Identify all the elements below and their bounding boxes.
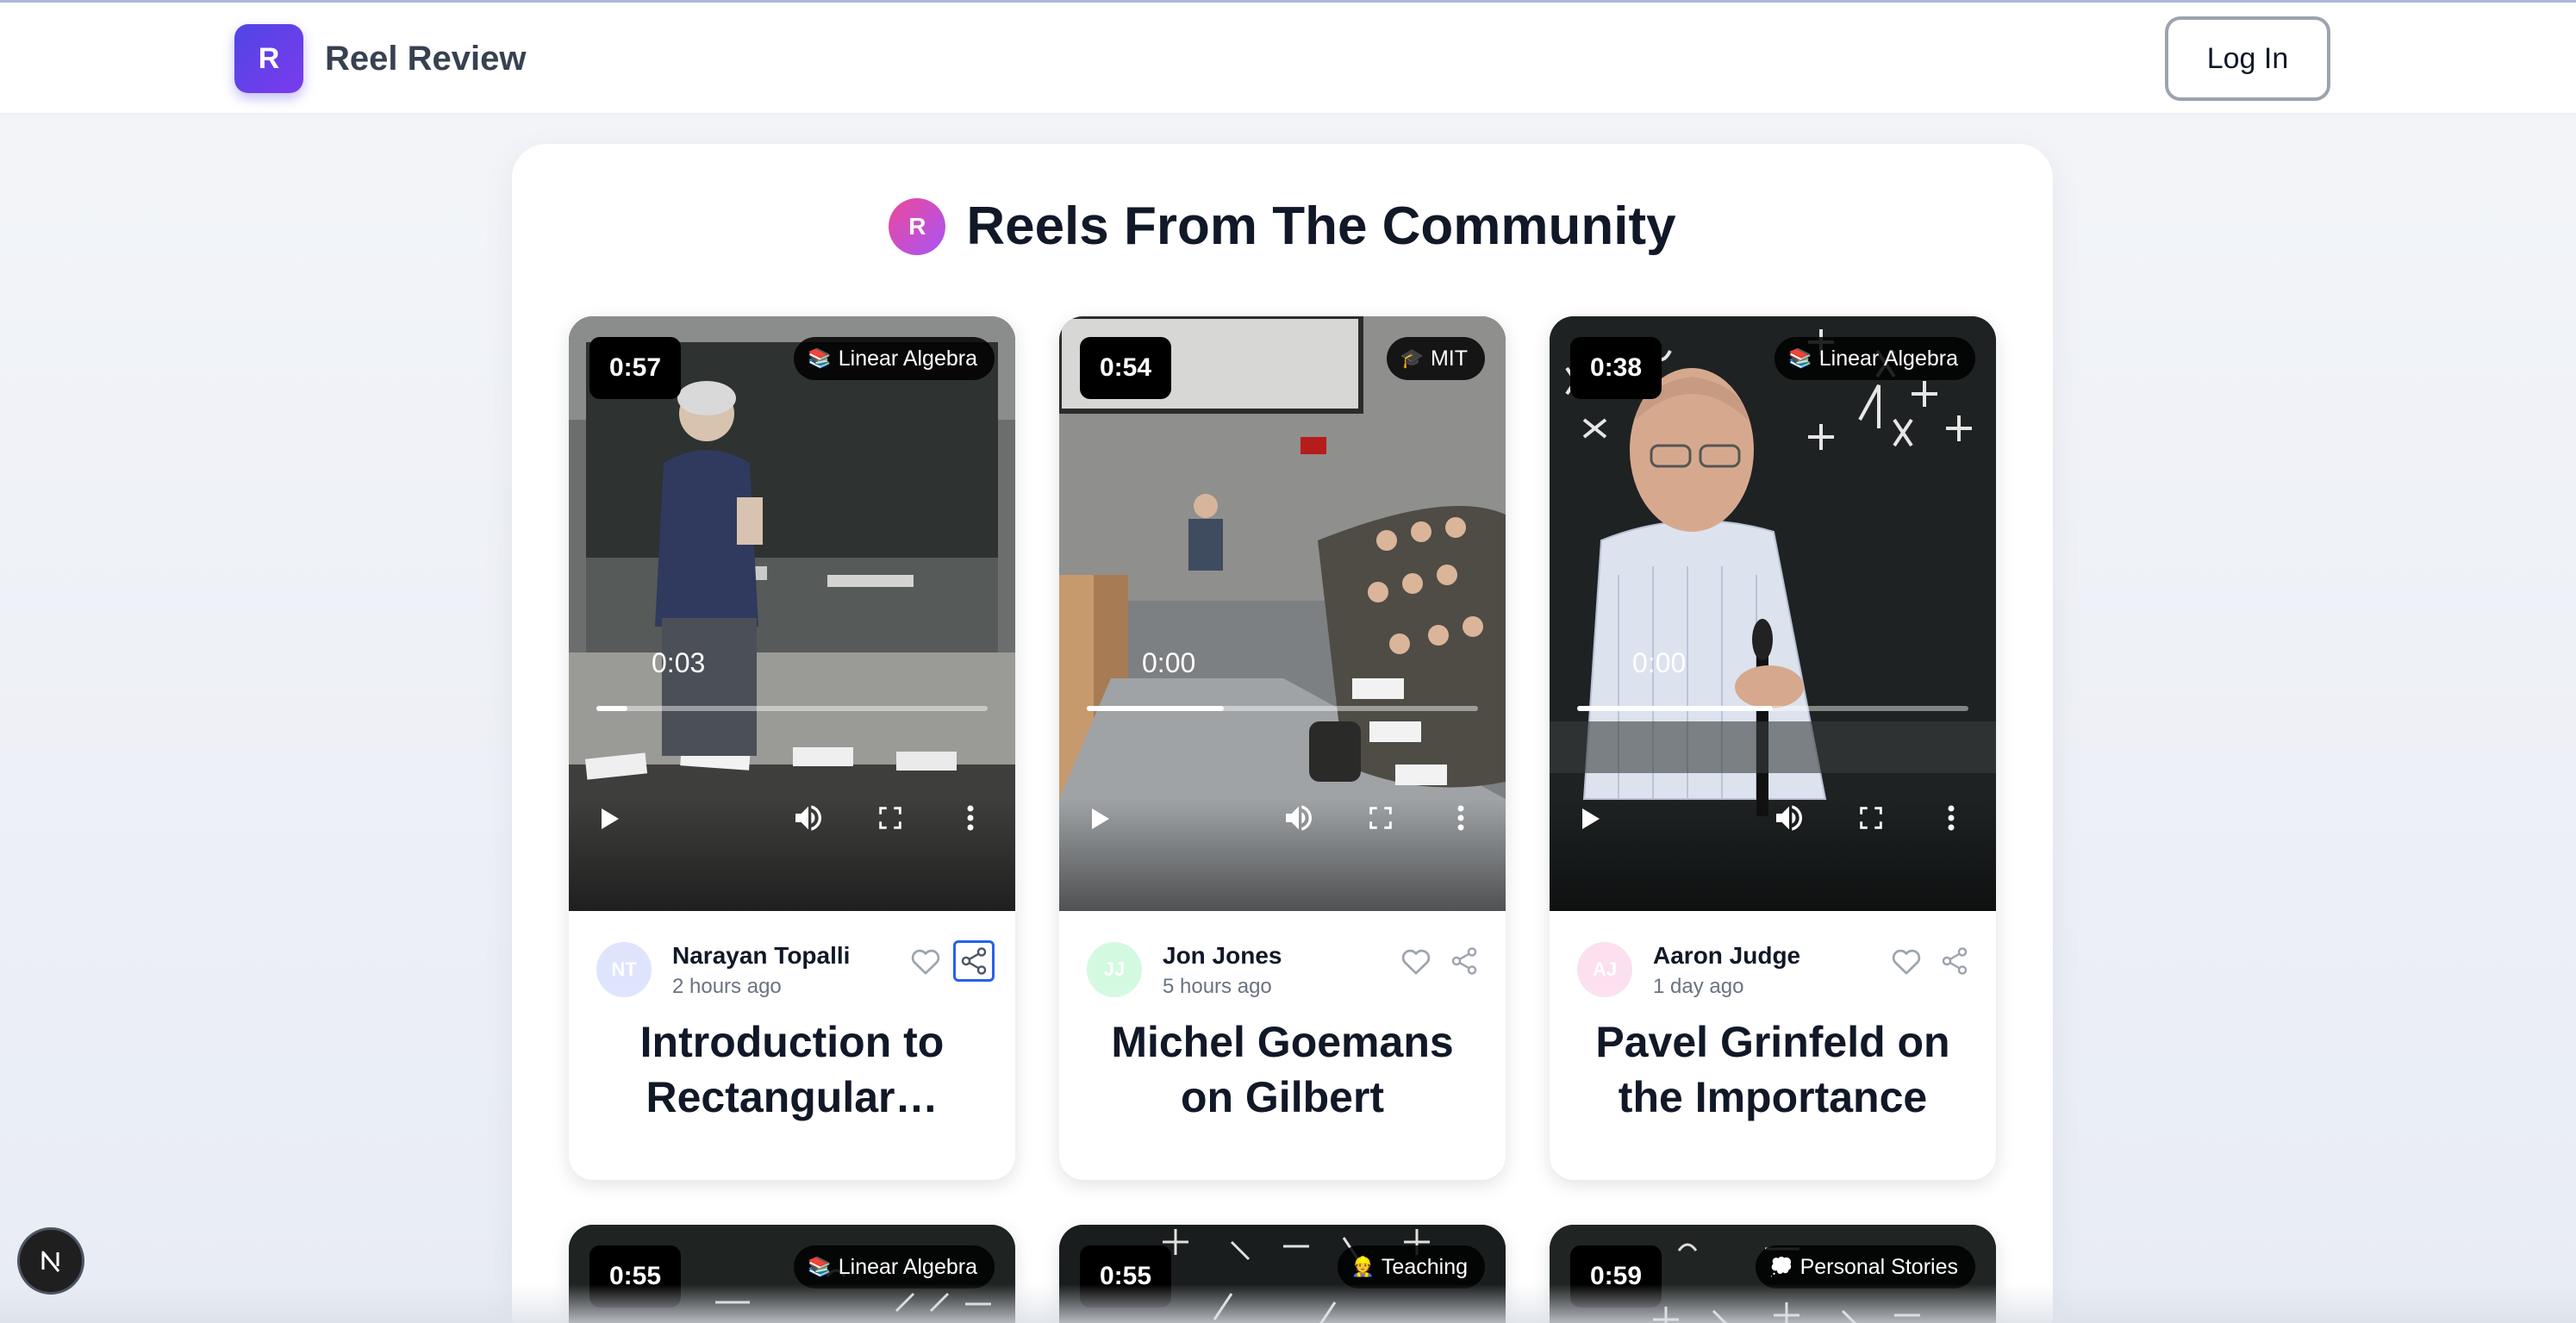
play-icon[interactable] <box>600 807 621 831</box>
category-tag[interactable]: 📚 Linear Algebra <box>1775 337 1975 380</box>
progress-fill <box>1577 706 1773 711</box>
video-player[interactable]: 0:57 📚 Linear Algebra 0:03 <box>569 316 1015 911</box>
share-button[interactable] <box>953 940 995 982</box>
card-meta: NT Narayan Topalli 2 hours ago Introduct… <box>569 911 1015 1180</box>
share-icon <box>961 947 987 975</box>
books-icon: 📚 <box>1788 347 1812 369</box>
video-progress-bar[interactable] <box>1577 706 1968 711</box>
heart-icon[interactable] <box>1889 944 1924 978</box>
progress-fill <box>596 706 628 711</box>
author-name[interactable]: Aaron Judge <box>1653 942 1800 970</box>
share-icon <box>1451 947 1477 975</box>
video-progress-bar[interactable] <box>596 706 988 711</box>
heart-icon[interactable] <box>908 944 943 978</box>
duration-badge: 0:57 <box>589 337 681 399</box>
avatar[interactable]: JJ <box>1087 942 1142 997</box>
card-meta: AJ Aaron Judge 1 day ago Pavel Grinfeld … <box>1550 911 1996 1180</box>
books-icon: 📚 <box>808 1256 832 1277</box>
reels-panel: R Reels From The Community 0:57 📚 Linear… <box>512 144 2053 1323</box>
share-button[interactable] <box>1444 940 1485 982</box>
bottom-fade <box>0 1284 2576 1323</box>
category-tag[interactable]: 💭 Personal Stories <box>1756 1245 1975 1289</box>
category-tag[interactable]: 🎓 MIT <box>1386 337 1485 380</box>
brand-logo[interactable]: R <box>234 24 303 93</box>
brand-name[interactable]: Reel Review <box>325 40 526 78</box>
reel-card[interactable]: 0:57 📚 Linear Algebra 0:03 NT Narayan To… <box>569 316 1015 1180</box>
post-time: 1 day ago <box>1653 975 1744 998</box>
brand[interactable]: R Reel Review <box>234 24 526 93</box>
thought-bubble-icon: 💭 <box>1769 1256 1793 1277</box>
nextjs-dev-indicator[interactable] <box>17 1227 84 1295</box>
reel-card[interactable]: 0:54 🎓 MIT 0:00 JJ Jon Jones 5 hours ago <box>1059 316 1506 1180</box>
worker-icon: 👷 <box>1350 1256 1375 1277</box>
author-name[interactable]: Narayan Topalli <box>672 942 850 970</box>
category-tag[interactable]: 📚 Linear Algebra <box>794 1245 995 1289</box>
more-options-icon[interactable] <box>1944 803 1958 833</box>
current-time: 0:00 <box>1142 647 1196 678</box>
progress-fill <box>1087 706 1224 711</box>
play-icon[interactable] <box>1090 807 1111 831</box>
post-time: 2 hours ago <box>672 975 782 998</box>
share-button[interactable] <box>1934 940 1975 982</box>
card-meta: JJ Jon Jones 5 hours ago Michel Goemans … <box>1059 911 1506 1180</box>
more-options-icon[interactable] <box>964 803 977 833</box>
volume-icon[interactable] <box>1772 801 1806 835</box>
duration-badge: 0:38 <box>1570 337 1662 399</box>
author-name[interactable]: Jon Jones <box>1163 942 1282 970</box>
avatar[interactable]: AJ <box>1577 942 1632 997</box>
video-progress-bar[interactable] <box>1087 706 1478 711</box>
share-icon <box>1942 947 1968 975</box>
current-time: 0:00 <box>1632 647 1687 678</box>
category-tag[interactable]: 📚 Linear Algebra <box>794 337 995 380</box>
duration-badge: 0:54 <box>1080 337 1171 399</box>
avatar[interactable]: NT <box>596 942 652 997</box>
panel-heading: R Reels From The Community <box>512 196 2053 257</box>
category-tag[interactable]: 👷 Teaching <box>1337 1245 1485 1289</box>
fullscreen-icon[interactable] <box>1366 803 1395 833</box>
category-label: Personal Stories <box>1799 1254 1958 1279</box>
reel-title[interactable]: Michel Goemans on Gilbert Strang's… <box>1094 1014 1471 1125</box>
category-label: Teaching <box>1381 1254 1468 1279</box>
video-player[interactable]: 0:54 🎓 MIT 0:00 <box>1059 316 1506 911</box>
reel-card[interactable]: 0:38 📚 Linear Algebra 0:00 AJ Aaron Judg… <box>1550 316 1996 1180</box>
graduation-cap-icon: 🎓 <box>1400 347 1424 369</box>
play-icon[interactable] <box>1581 807 1601 831</box>
site-header: R Reel Review Log In <box>0 3 2576 115</box>
video-player[interactable]: 0:38 📚 Linear Algebra 0:00 <box>1550 316 1996 911</box>
page-title: Reels From The Community <box>966 197 1676 256</box>
heading-badge: R <box>889 197 946 255</box>
volume-icon[interactable] <box>791 801 826 835</box>
books-icon: 📚 <box>808 347 832 369</box>
fullscreen-icon[interactable] <box>1856 803 1886 833</box>
category-label: Linear Algebra <box>838 1254 977 1279</box>
login-button[interactable]: Log In <box>2165 16 2330 101</box>
current-time: 0:03 <box>652 647 706 678</box>
heart-icon[interactable] <box>1399 944 1433 978</box>
reel-title[interactable]: Pavel Grinfeld on the Importance of… <box>1584 1014 1962 1125</box>
fullscreen-icon[interactable] <box>876 803 905 833</box>
nextjs-logo-icon <box>41 1251 60 1272</box>
more-options-icon[interactable] <box>1454 803 1468 833</box>
volume-icon[interactable] <box>1282 801 1316 835</box>
category-label: MIT <box>1430 346 1468 371</box>
post-time: 5 hours ago <box>1163 975 1272 998</box>
category-label: Linear Algebra <box>838 346 977 371</box>
category-label: Linear Algebra <box>1818 346 1958 371</box>
reel-title[interactable]: Introduction to Rectangular… <box>603 1014 981 1125</box>
